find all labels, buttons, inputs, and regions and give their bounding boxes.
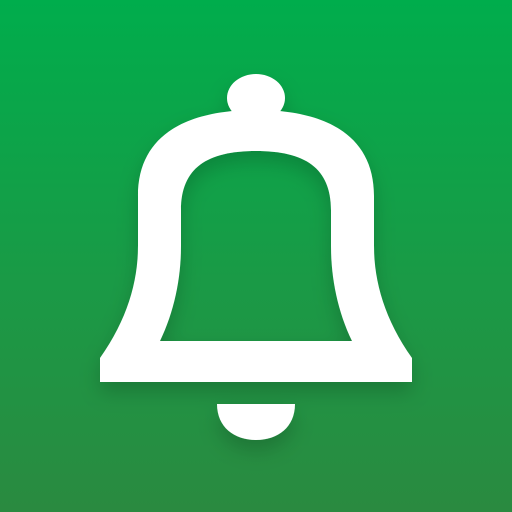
bell-clapper [217, 404, 295, 440]
app-icon[interactable] [0, 0, 512, 512]
bell-icon [100, 74, 412, 440]
bell-body [100, 110, 412, 382]
